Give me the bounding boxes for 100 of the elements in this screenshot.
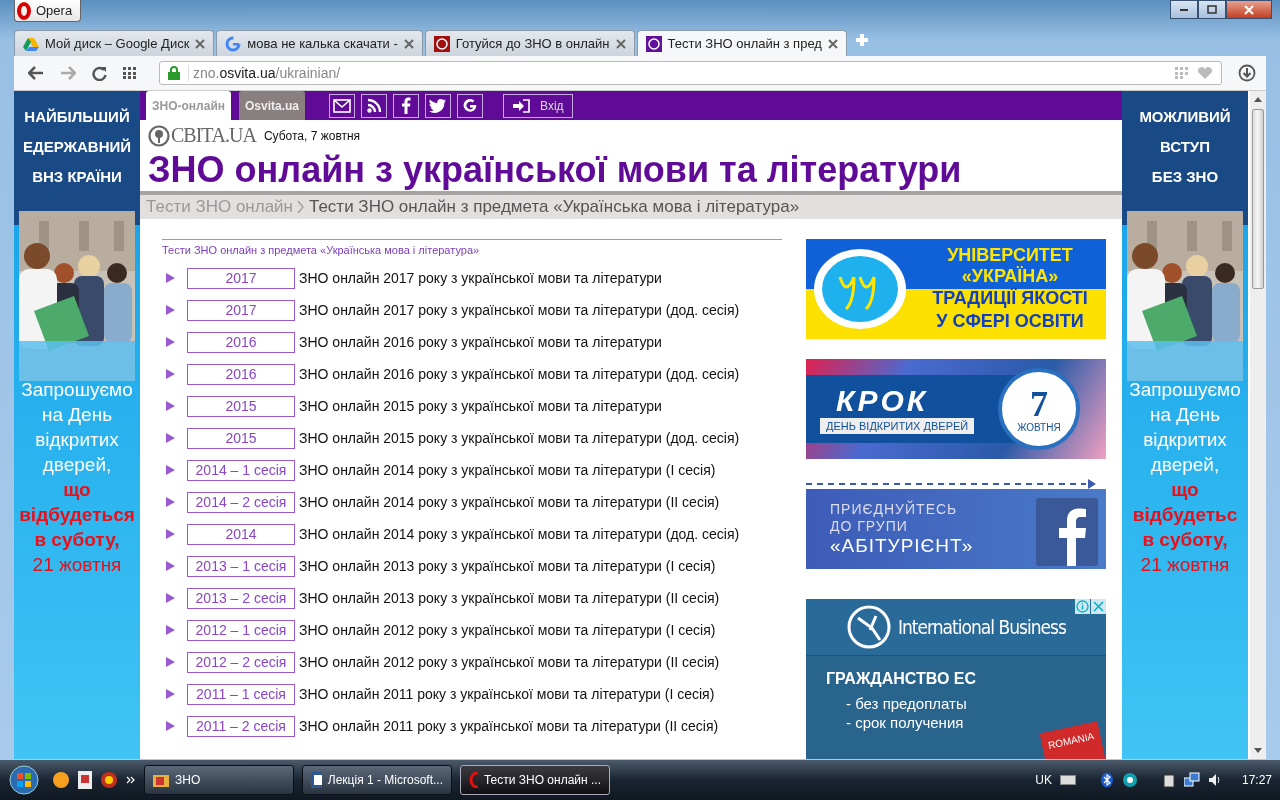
bullet-icon bbox=[166, 273, 175, 283]
test-link[interactable]: ЗНО онлайн 2014 року з української мови та літератури (II сесія) bbox=[295, 494, 720, 510]
ad-text: У СФЕРІ ОСВІТИ bbox=[936, 310, 1084, 333]
year-button[interactable]: 2014 – 2 сесія bbox=[187, 491, 295, 513]
chevron-icon[interactable] bbox=[126, 775, 136, 785]
banner-heading: ВСТУП bbox=[1160, 137, 1210, 157]
side-banner[interactable]: НАЙБІЛЬШИЙ ЕДЕРЖАВНИЙ ВНЗ КРАЇНИ Запрошуємо на День відкритих дверей, що відбудеться в суботу, 21 жовтня bbox=[14, 91, 140, 759]
opera-menu-button[interactable]: Opera bbox=[14, 0, 82, 22]
test-link[interactable]: ЗНО онлайн 2014 року з української мови та літератури (дод. сесія) bbox=[295, 526, 740, 542]
facebook-icon bbox=[1036, 498, 1098, 566]
scrollbar[interactable] bbox=[1250, 91, 1266, 759]
banner-text: 21 жовтня bbox=[1140, 553, 1230, 577]
ad-banner[interactable]: КРОК ДЕНЬ ВІДКРИТИХ ДВЕРЕЙ 7 ЖОВТНЯ bbox=[806, 359, 1106, 459]
maximize-button[interactable] bbox=[1198, 0, 1226, 19]
close-icon[interactable] bbox=[827, 38, 838, 49]
reload-icon[interactable] bbox=[92, 65, 107, 81]
browser-tab[interactable]: мова не калька скачати - bbox=[216, 30, 423, 56]
year-button[interactable]: 2011 – 1 сесія bbox=[187, 683, 295, 705]
year-button[interactable]: 2015 bbox=[187, 427, 295, 449]
banner-text: на День bbox=[41, 403, 113, 427]
university-emblem-icon bbox=[812, 247, 908, 331]
close-icon[interactable] bbox=[195, 38, 206, 49]
year-button[interactable]: 2016 bbox=[187, 363, 295, 385]
year-button[interactable]: 2013 – 1 сесія bbox=[187, 555, 295, 577]
test-link[interactable]: ЗНО онлайн 2014 року з української мови та літератури (I сесія) bbox=[295, 462, 716, 478]
banner-heading: БЕЗ ЗНО bbox=[1151, 167, 1219, 187]
site-logo[interactable]: СВІТА.UA bbox=[148, 124, 256, 147]
section-link[interactable]: Тести ЗНО онлайн з предмета «Українська мова і література» bbox=[162, 240, 782, 262]
app-icon[interactable] bbox=[52, 771, 70, 789]
bluetooth-icon[interactable] bbox=[1099, 772, 1114, 788]
speed-dial-icon[interactable] bbox=[123, 67, 137, 79]
mail-button[interactable] bbox=[329, 93, 356, 118]
test-link[interactable]: ЗНО онлайн 2011 року з української мови та літератури (I сесія) bbox=[295, 686, 715, 702]
year-button[interactable]: 2014 bbox=[187, 523, 295, 545]
ad-text: - срок получения bbox=[845, 713, 965, 732]
back-icon[interactable] bbox=[28, 66, 44, 80]
test-link[interactable]: ЗНО онлайн 2012 року з української мови та літератури (I сесія) bbox=[295, 622, 716, 638]
bullet-icon bbox=[166, 497, 175, 507]
banner-text: Запрошуємо bbox=[1129, 378, 1241, 402]
year-button[interactable]: 2012 – 2 сесія bbox=[187, 651, 295, 673]
browser-tab[interactable]: Готуйся до ЗНО в онлайн bbox=[424, 30, 635, 56]
year-button[interactable]: 2017 bbox=[187, 267, 295, 289]
banner-text: Запрошуємо bbox=[21, 378, 133, 402]
document-icon bbox=[311, 772, 322, 788]
app-icon[interactable] bbox=[100, 771, 118, 789]
bullet-icon bbox=[166, 593, 175, 603]
test-link[interactable]: ЗНО онлайн 2017 року з української мови та літератури bbox=[295, 270, 662, 286]
test-link[interactable]: ЗНО онлайн 2013 року з української мови та літератури (I сесія) bbox=[295, 558, 716, 574]
url-text: zno.osvita.ua/ukrainian/ bbox=[188, 65, 341, 81]
minimize-button[interactable] bbox=[1170, 0, 1198, 19]
banner-text: відбудеться bbox=[19, 503, 135, 527]
folder-icon bbox=[153, 772, 169, 788]
test-link[interactable]: ЗНО онлайн 2017 року з української мови та літератури (дод. сесія) bbox=[295, 302, 740, 318]
rss-button[interactable] bbox=[361, 93, 388, 118]
test-link[interactable]: ЗНО онлайн 2011 року з української мови та літератури (II сесія) bbox=[295, 718, 719, 734]
test-link[interactable]: ЗНО онлайн 2012 року з української мови та літератури (II сесія) bbox=[295, 654, 720, 670]
ad-banner[interactable]: ПРИЄДНУЙТЕСЬ ДО ГРУПИ «АБІТУРІЄНТ» bbox=[806, 489, 1106, 569]
scroll-up-icon[interactable] bbox=[1253, 95, 1263, 103]
year-button[interactable]: 2012 – 1 сесія bbox=[187, 619, 295, 641]
year-button[interactable]: 2016 bbox=[187, 331, 295, 353]
ad-text: ГРАЖДАНСТВО ЕС bbox=[826, 670, 978, 688]
browser-tab[interactable]: Мой диск – Google Диск bbox=[14, 30, 215, 56]
tab-title: Тести ЗНО онлайн з пред bbox=[667, 36, 822, 51]
google-button[interactable] bbox=[457, 93, 484, 118]
ad-banner[interactable]: УНІВЕРСИТЕТ «УКРАЇНА» ТРАДИЦІЇ ЯКОСТІ У СФЕРІ ОСВІТИ bbox=[806, 239, 1106, 339]
banner-text: дверей, bbox=[1150, 453, 1220, 477]
passport-drawing: ROMANIA bbox=[1039, 721, 1106, 759]
rss-icon bbox=[366, 98, 382, 113]
download-icon[interactable] bbox=[1238, 64, 1256, 82]
year-button[interactable]: 2013 – 2 сесія bbox=[187, 587, 295, 609]
login-button[interactable]: Вхід bbox=[503, 93, 573, 118]
twitter-button[interactable] bbox=[425, 93, 452, 118]
test-link[interactable]: ЗНО онлайн 2015 року з української мови та літератури bbox=[295, 398, 662, 414]
close-icon[interactable] bbox=[615, 38, 626, 49]
close-button[interactable] bbox=[1226, 0, 1272, 19]
taskbar-button[interactable]: Тести ЗНО онлайн ... bbox=[460, 765, 610, 795]
year-button[interactable]: 2017 bbox=[187, 299, 295, 321]
browser-tab[interactable]: Тести ЗНО онлайн з пред bbox=[636, 30, 847, 56]
side-banner[interactable]: МОЖЛИВИЙ ВСТУП БЕЗ ЗНО Запрошуємо на День відкритих дверей, що відбудетьс в суботу, 21 жовтня bbox=[1122, 91, 1248, 759]
test-link[interactable]: ЗНО онлайн 2015 року з української мови та літератури (дод. сесія) bbox=[295, 430, 740, 446]
test-link[interactable]: ЗНО онлайн 2013 року з української мови та літератури (II сесія) bbox=[295, 590, 720, 606]
year-button[interactable]: 2014 – 1 сесія bbox=[187, 459, 295, 481]
test-link[interactable]: ЗНО онлайн 2016 року з української мови та літератури (дод. сесія) bbox=[295, 366, 740, 382]
keyboard-icon[interactable] bbox=[1059, 775, 1076, 785]
scroll-down-icon[interactable] bbox=[1253, 747, 1263, 755]
bullet-icon bbox=[166, 689, 175, 699]
page-title: ЗНО онлайн з української мови та літератури bbox=[148, 149, 963, 191]
test-link[interactable]: ЗНО онлайн 2016 року з української мови та літератури bbox=[295, 334, 662, 350]
language-indicator[interactable]: UK bbox=[1035, 773, 1052, 787]
site-icon bbox=[433, 35, 450, 52]
year-button[interactable]: 2011 – 2 сесія bbox=[187, 715, 295, 737]
taskbar-button[interactable]: Лекція 1 - Microsoft... bbox=[302, 765, 452, 795]
app-icon[interactable] bbox=[1121, 772, 1138, 788]
scroll-thumb[interactable] bbox=[1252, 109, 1264, 289]
volume-icon[interactable] bbox=[1207, 773, 1222, 787]
network-icon[interactable] bbox=[1183, 772, 1200, 788]
year-button[interactable]: 2015 bbox=[187, 395, 295, 417]
taskbar-button[interactable]: ЗНО bbox=[144, 765, 294, 795]
facebook-button[interactable] bbox=[393, 93, 420, 118]
close-icon[interactable] bbox=[403, 38, 414, 49]
